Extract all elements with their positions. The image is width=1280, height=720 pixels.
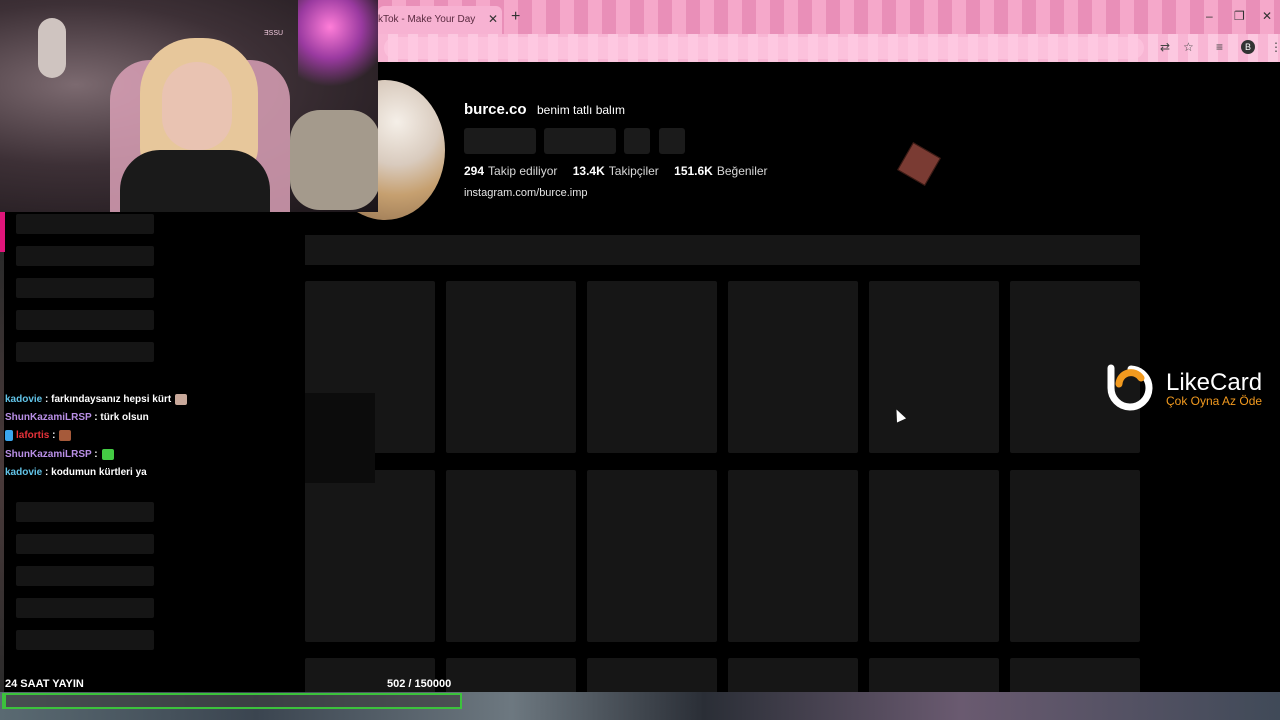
chat-username[interactable]: ShunKazamiLRSP xyxy=(5,412,92,423)
video-tile[interactable] xyxy=(305,470,435,642)
sidebar-item-placeholder[interactable] xyxy=(16,598,154,618)
media-control-icon[interactable]: ≡ xyxy=(1216,40,1223,54)
cookie-sticker xyxy=(897,142,941,186)
menu-icon[interactable]: ⋮ xyxy=(1270,40,1280,54)
chat-message: ShunKazamiLRSP : xyxy=(5,449,114,460)
profile-nickname: benim tatlı balım xyxy=(537,103,626,117)
video-tabs-placeholder[interactable] xyxy=(305,235,1140,265)
chat-message: kadovie : kodumun kürtleri ya xyxy=(5,467,147,478)
address-bar[interactable] xyxy=(384,37,1144,59)
video-tile[interactable] xyxy=(1010,470,1140,642)
sidebar-item-placeholder[interactable] xyxy=(16,310,154,330)
browser-tab[interactable]: kTok - Make Your Day ✕ xyxy=(378,6,502,34)
chat-badge-icon xyxy=(5,430,13,441)
profile-username: burce.co xyxy=(464,101,527,118)
neon-lights xyxy=(298,0,378,90)
chat-message-text: : farkındaysanız hepsi kürt xyxy=(45,394,172,406)
chat-message: ShunKazamiLRSP : türk olsun xyxy=(5,412,149,423)
followers-label: Takipçiler xyxy=(608,164,659,178)
follow-button-placeholder[interactable] xyxy=(464,128,536,154)
sidebar-edge xyxy=(0,252,4,692)
streamer-body xyxy=(120,150,270,212)
likes-label: Beğeniler xyxy=(716,164,768,178)
lamp xyxy=(38,18,66,78)
sidebar-item-placeholder[interactable] xyxy=(16,502,154,522)
chat-username[interactable]: kadovie xyxy=(5,467,42,478)
chat-username[interactable]: lafortis xyxy=(16,430,49,441)
tab-title: kTok - Make Your Day xyxy=(378,14,476,25)
video-tile[interactable] xyxy=(869,470,999,642)
sidebar-item-placeholder[interactable] xyxy=(16,566,154,586)
followers-count: 13.4K xyxy=(572,164,605,178)
chat-message-text: : türk olsun xyxy=(94,412,149,423)
sponsor-name: LikeCard xyxy=(1166,369,1263,396)
sidebar-item-placeholder[interactable] xyxy=(16,630,154,650)
chat-username[interactable]: ShunKazamiLRSP xyxy=(5,449,92,460)
restore-button[interactable]: ❐ xyxy=(1234,10,1245,22)
translate-icon[interactable]: ⇄ xyxy=(1160,40,1170,54)
likecard-logo-icon xyxy=(1107,364,1153,411)
following-label: Takip ediliyor xyxy=(488,164,558,178)
video-tile[interactable] xyxy=(587,470,717,642)
sidebar-item-placeholder[interactable] xyxy=(16,278,154,298)
close-window-button[interactable]: ✕ xyxy=(1262,10,1272,22)
action-button-placeholder[interactable] xyxy=(624,128,650,154)
chat-emote-icon xyxy=(175,394,188,405)
goal-count: 502 / 150000 xyxy=(387,678,451,690)
chat-message-text: : xyxy=(94,449,98,461)
chat-username[interactable]: kadovie xyxy=(5,394,42,405)
sidebar-item-placeholder[interactable] xyxy=(16,534,154,554)
goal-progress-fill xyxy=(4,695,6,707)
minimize-button[interactable]: – xyxy=(1206,10,1213,22)
new-tab-button[interactable]: + xyxy=(511,9,520,25)
profile-stats: 294 Takip ediliyor 13.4K Takipçiler 151.6K… xyxy=(464,164,780,178)
sidebar-accent xyxy=(0,212,5,252)
goal-label: 24 SAAT YAYIN xyxy=(5,678,84,690)
webcam-overlay: ƎSSU xyxy=(0,0,378,212)
bio-link[interactable]: instagram.com/burce.imp xyxy=(464,187,588,199)
chat-message-text: : kodumun kürtleri ya xyxy=(45,467,147,478)
likes-count: 151.6K xyxy=(674,164,713,178)
chat-message: kadovie : farkındaysanız hepsi kürt xyxy=(5,394,188,406)
chat-shadow xyxy=(305,393,375,483)
toolbar: ⇄ ☆ ≡ B ⋮ xyxy=(378,34,1280,62)
video-tile[interactable] xyxy=(869,281,999,453)
chat-emote-icon xyxy=(59,430,72,441)
pillow xyxy=(290,110,378,210)
message-button-placeholder[interactable] xyxy=(544,128,616,154)
video-tile[interactable] xyxy=(728,470,858,642)
following-count: 294 xyxy=(464,164,485,178)
sponsor-slogan: Çok Oyna Az Öde xyxy=(1166,394,1263,408)
video-tile[interactable] xyxy=(587,281,717,453)
goal-current: 502 xyxy=(387,678,406,690)
goal-progress-bar xyxy=(2,693,462,709)
browser-window: kTok - Make Your Day ✕ + – ❐ ✕ ⇄ ☆ ≡ B ⋮ xyxy=(378,0,1280,62)
video-tile[interactable] xyxy=(446,281,576,453)
sidebar-item-placeholder[interactable] xyxy=(16,214,154,234)
sidebar-item-placeholder[interactable] xyxy=(16,342,154,362)
video-tile[interactable] xyxy=(446,470,576,642)
sidebar-item-placeholder[interactable] xyxy=(16,246,154,266)
share-button-placeholder[interactable] xyxy=(659,128,685,154)
close-tab-icon[interactable]: ✕ xyxy=(488,12,498,26)
bookmark-star-icon[interactable]: ☆ xyxy=(1183,40,1194,54)
goal-target: / 150000 xyxy=(408,678,452,690)
chat-message-text: : xyxy=(52,430,56,442)
tab-bar: kTok - Make Your Day ✕ + – ❐ ✕ xyxy=(378,0,1280,34)
chat-message: lafortis : xyxy=(5,430,72,442)
wall-sign: ƎSSU xyxy=(264,30,284,37)
sponsor-logo: LikeCard Çok Oyna Az Öde xyxy=(1105,362,1280,422)
video-tile[interactable] xyxy=(728,281,858,453)
profile-avatar-button[interactable]: B xyxy=(1241,40,1255,54)
streamer-face xyxy=(162,62,232,150)
chat-emote-icon xyxy=(101,449,114,460)
